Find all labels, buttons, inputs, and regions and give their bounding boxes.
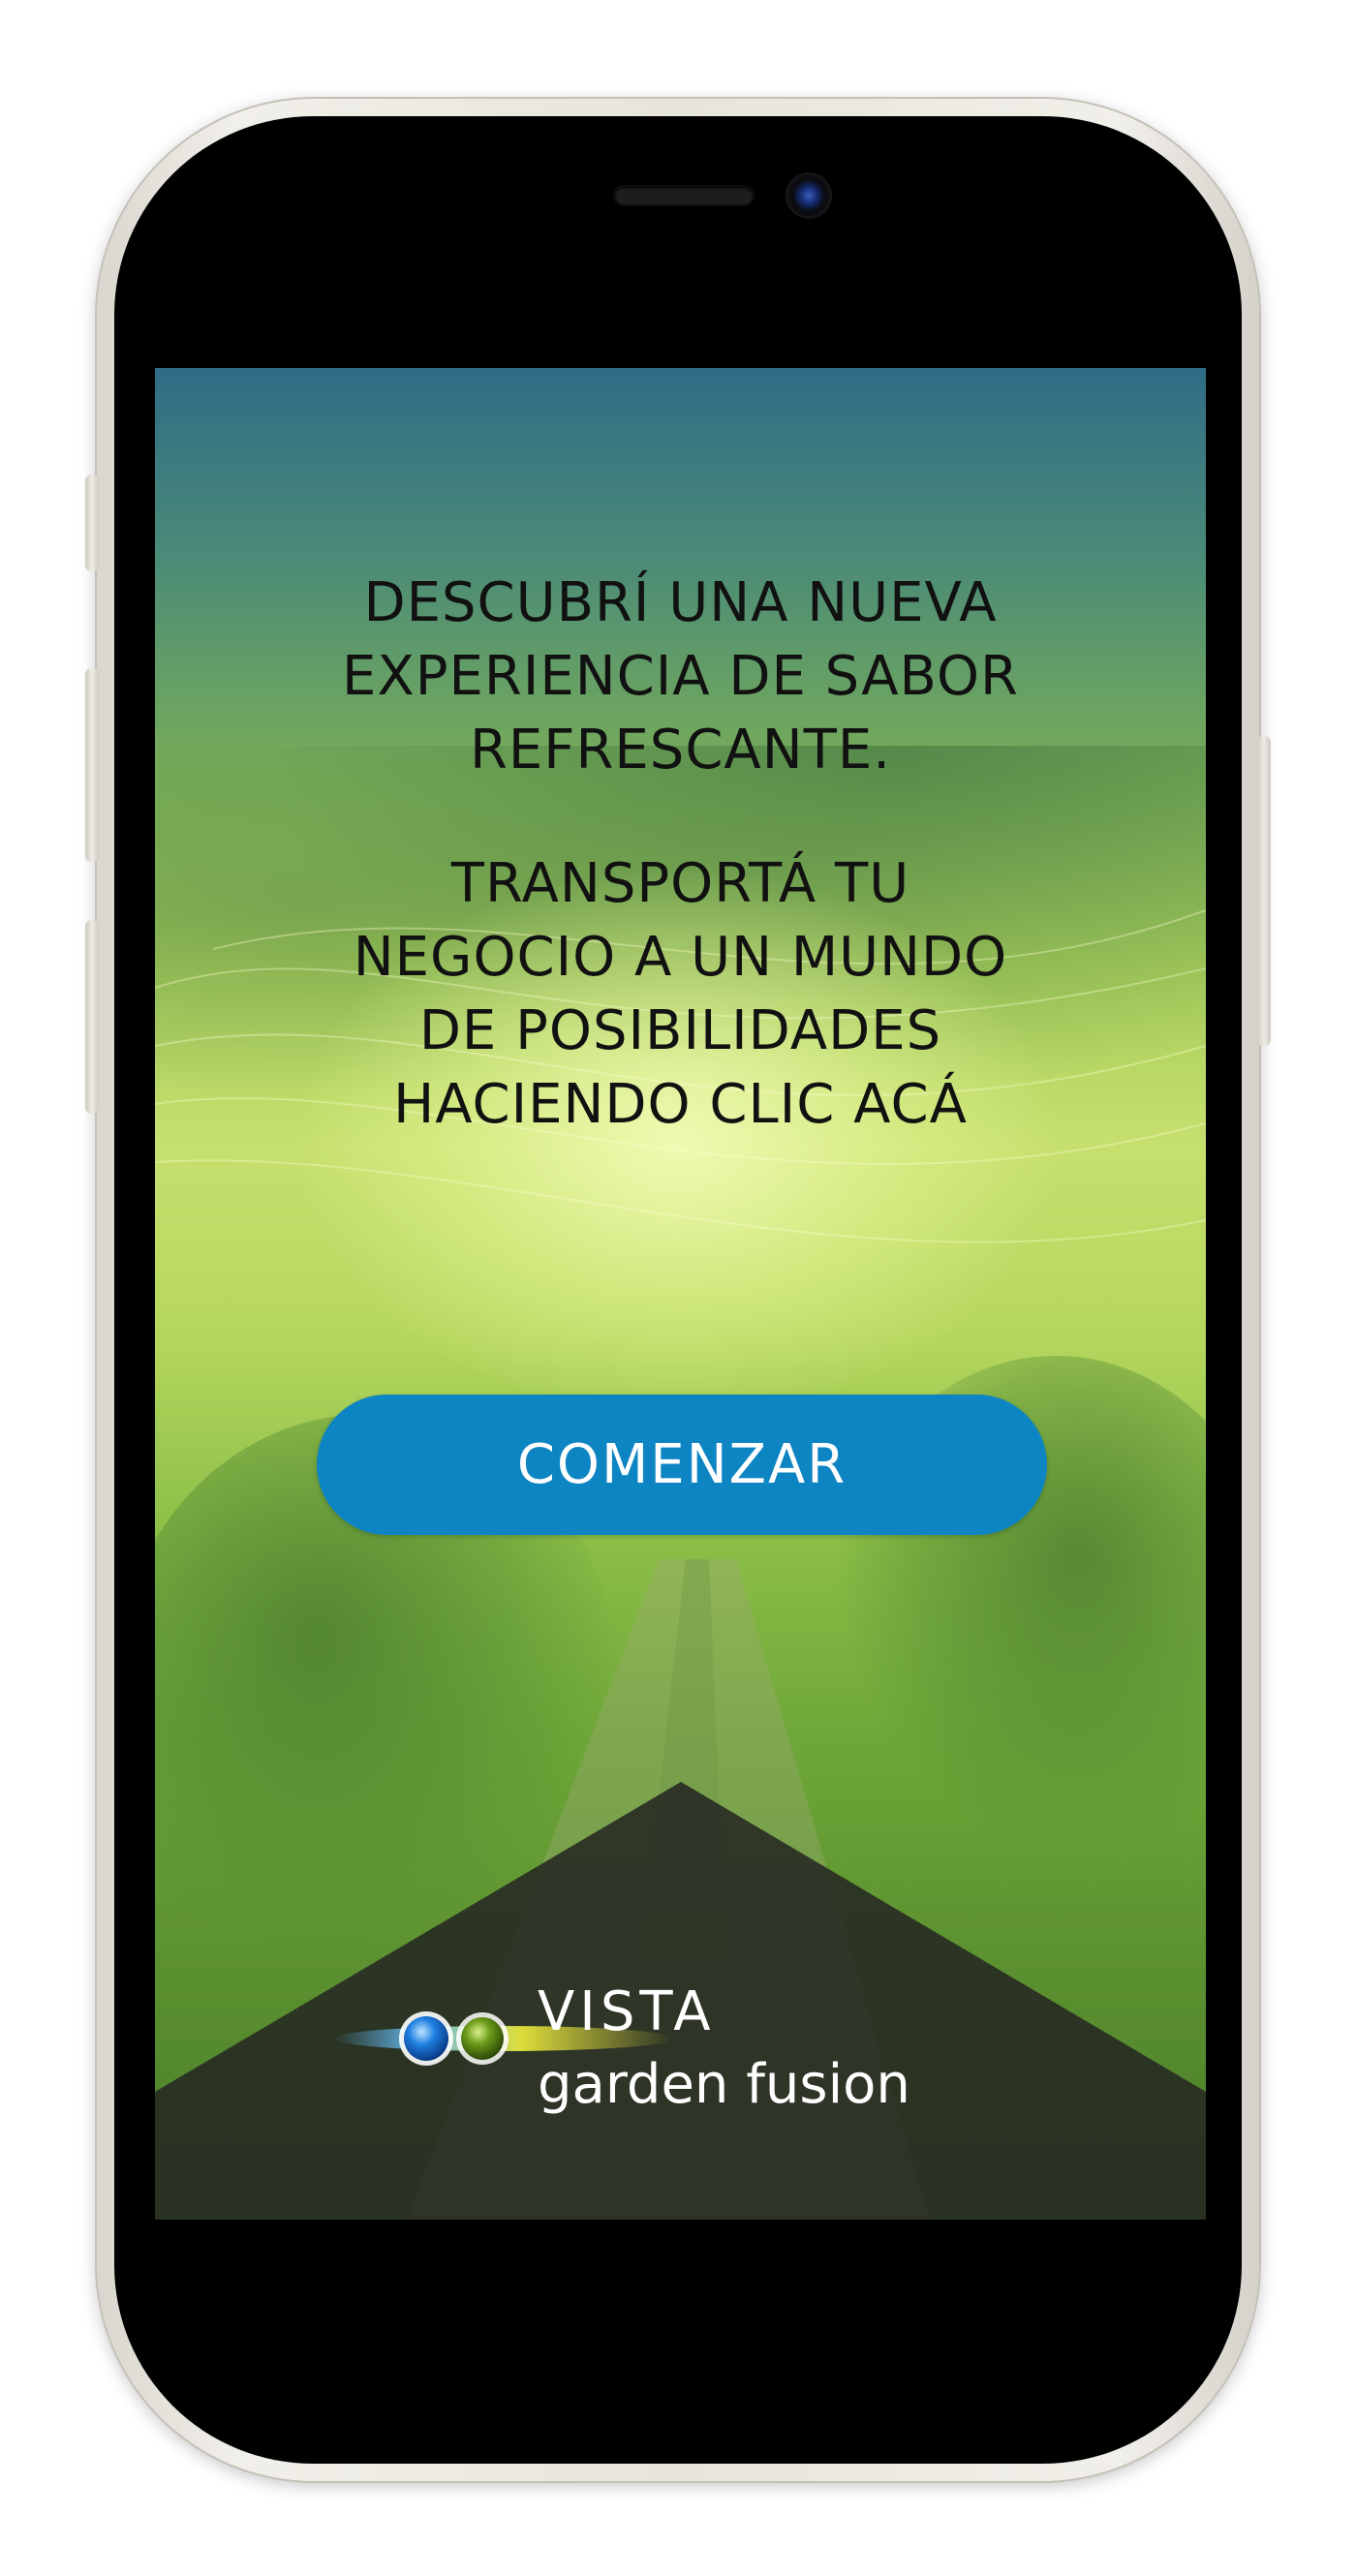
subheadline-line-2: NEGOCIO A UN MUNDO [353, 926, 1008, 989]
subheadline-line-1: TRANSPORTÁ TU [450, 852, 910, 915]
subheadline-line-3: DE POSIBILIDADES [418, 999, 942, 1062]
brand-name-top: VISTA [538, 1980, 716, 2043]
power-button [1257, 736, 1271, 1046]
comenzar-button[interactable]: COMENZAR [317, 1395, 1047, 1535]
mute-switch [85, 475, 99, 571]
headline-line-3: REFRESCANTE. [469, 719, 892, 782]
brand-name-bottom: garden fusion [538, 2053, 910, 2116]
app-screen: DESCUBRÍ UNA NUEVA EXPERIENCIA DE SABOR … [155, 368, 1206, 2220]
device-mockup: DESCUBRÍ UNA NUEVA EXPERIENCIA DE SABOR … [0, 0, 1356, 2576]
earpiece-speaker-icon [615, 187, 753, 204]
headline-line-1: DESCUBRÍ UNA NUEVA [363, 571, 998, 634]
volume-up-button [85, 668, 99, 862]
subheadline-line-4: HACIENDO CLIC ACÁ [393, 1073, 968, 1136]
headline: DESCUBRÍ UNA NUEVA EXPERIENCIA DE SABOR … [194, 567, 1167, 787]
front-camera-icon [788, 175, 829, 216]
headline-line-2: EXPERIENCIA DE SABOR [342, 645, 1019, 708]
volume-down-button [85, 920, 99, 1114]
subheadline: TRANSPORTÁ TU NEGOCIO A UN MUNDO DE POSI… [194, 847, 1167, 1142]
